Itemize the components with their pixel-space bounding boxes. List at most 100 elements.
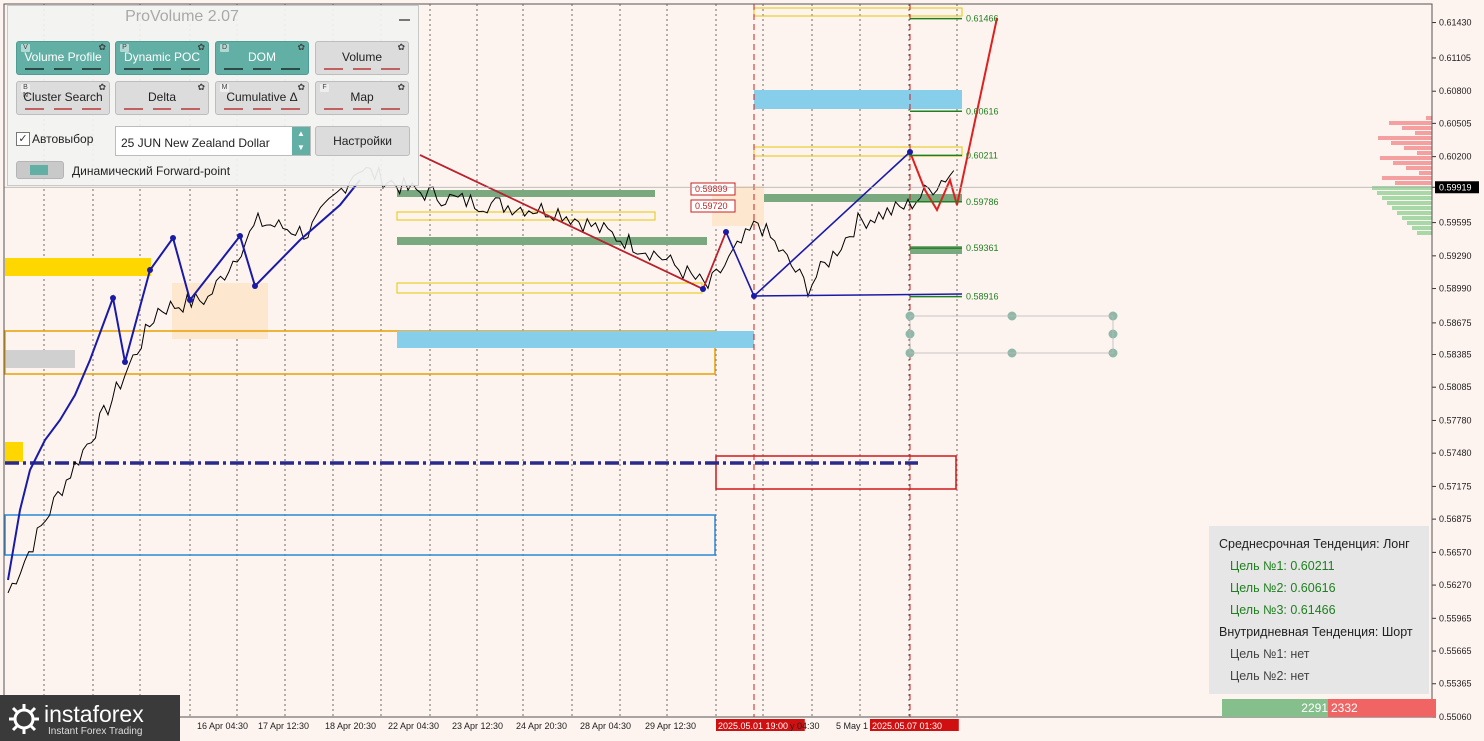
volume-profile-bar — [1391, 141, 1432, 145]
mid-target-1: Цель №1: 0.60211 — [1230, 559, 1335, 573]
mode-button-label: Volume Profile — [24, 49, 102, 64]
gear-icon[interactable]: ✿ — [98, 82, 106, 93]
gear-icon[interactable]: ✿ — [197, 42, 205, 53]
hotkey-badge: B N — [21, 84, 30, 99]
mode-button-3[interactable]: DOM D ✿ — [215, 41, 309, 75]
mode-button-2[interactable]: Dynamic POC P ✿ — [115, 41, 209, 75]
volume-profile-bar — [1377, 191, 1432, 195]
mode-button-4[interactable]: Volume ✿ — [315, 41, 409, 75]
target-level-label: 0.59786 — [966, 197, 999, 207]
mode-button-5[interactable]: Cluster Search B N ✿ — [16, 81, 110, 115]
y-tick-label: 0.58085 — [1439, 382, 1472, 392]
spinner-icon[interactable]: ▲ ▼ — [292, 127, 310, 155]
panel-title: ProVolume 2.07 — [125, 8, 239, 25]
y-tick-label: 0.55365 — [1439, 679, 1472, 689]
gear-icon[interactable]: ✿ — [98, 42, 106, 53]
forward-point-label: Динамический Forward-point — [72, 164, 231, 178]
x-tick-label: 29 Apr 12:30 — [645, 721, 696, 731]
pivot-point — [252, 283, 258, 289]
mode-button-6[interactable]: Delta ✿ — [115, 81, 209, 115]
gear-icon[interactable]: ✿ — [397, 42, 405, 53]
x-tick-label: 2025.05.01 19:00 — [718, 721, 788, 731]
y-tick-label: 0.57780 — [1439, 415, 1472, 425]
minimize-icon[interactable] — [399, 19, 410, 21]
yellow-outline — [396, 282, 703, 294]
mode-button-8[interactable]: Map F ✿ — [315, 81, 409, 115]
green-bar — [910, 246, 962, 254]
gear-icon[interactable]: ✿ — [297, 42, 305, 53]
mid-trend-title: Среднесрочная Тенденция: Лонг — [1219, 537, 1410, 551]
blue-box — [4, 514, 716, 556]
y-tick-label: 0.55665 — [1439, 646, 1472, 656]
current-price-label: 0.59919 — [1439, 182, 1472, 192]
price-marker-label: 0.59899 — [695, 184, 728, 194]
yellow-outline — [753, 146, 963, 157]
mode-button-label: Dynamic POC — [123, 49, 200, 64]
pivot-point — [147, 267, 153, 273]
logo-name: instaforex — [44, 701, 144, 727]
buy-volume: 2291 — [1222, 699, 1328, 717]
green-bar — [397, 237, 707, 245]
target-level-label: 0.58916 — [966, 292, 999, 302]
y-tick-label: 0.57175 — [1439, 481, 1472, 491]
zigzag-up — [7, 179, 361, 581]
target-level-label: 0.61466 — [966, 14, 999, 24]
y-tick-label: 0.60505 — [1439, 118, 1472, 128]
instrument-select[interactable]: 25 JUN New Zealand Dollar ▲ ▼ — [115, 126, 311, 156]
x-tick-label: 17 Apr 12:30 — [258, 721, 309, 731]
mode-indicator — [324, 108, 401, 110]
y-tick-label: 0.56270 — [1439, 580, 1472, 590]
grey-zone — [5, 350, 75, 368]
gear-icon[interactable]: ✿ — [297, 82, 305, 93]
mode-button-label: Delta — [147, 89, 176, 104]
y-tick-label: 0.60800 — [1439, 86, 1472, 96]
volume-profile-bar — [1387, 201, 1432, 205]
target-level-label: 0.60616 — [966, 106, 999, 116]
pivot-point — [122, 359, 128, 365]
logo-tagline: Instant Forex Trading — [48, 726, 143, 737]
gear-icon[interactable]: ✿ — [197, 82, 205, 93]
volume-profile-bar — [1393, 161, 1432, 165]
x-tick-label: 18 Apr 20:30 — [325, 721, 376, 731]
y-tick-label: 0.61105 — [1439, 53, 1471, 63]
hotkey-badge: D — [220, 44, 229, 52]
hotkey-badge: F — [320, 84, 329, 92]
hotkey-badge: P — [120, 44, 129, 52]
sell-volume: 2332 — [1328, 699, 1436, 717]
x-tick-label: 24 Apr 20:30 — [516, 721, 567, 731]
intra-trend-title: Внутридневная Тенденция: Шорт — [1219, 625, 1413, 639]
y-tick-label: 0.58385 — [1439, 350, 1472, 360]
mode-button-7[interactable]: Cumulative Δ M ✿ — [215, 81, 309, 115]
y-tick-label: 0.59290 — [1439, 251, 1472, 261]
mode-button-1[interactable]: Volume Profile V ✿ — [16, 41, 110, 75]
volume-profile-bar — [1419, 171, 1432, 175]
y-tick-label: 0.55060 — [1439, 712, 1472, 722]
volume-profile-bar — [1404, 146, 1432, 150]
y-tick-label: 0.57480 — [1439, 448, 1472, 458]
volume-profile-bar — [1382, 176, 1432, 180]
volume-profile-bar — [1389, 121, 1432, 125]
zigzag-mid — [419, 151, 911, 298]
y-tick-label: 0.59595 — [1439, 218, 1472, 228]
volume-profile-bar — [1378, 136, 1432, 140]
mode-indicator — [224, 108, 301, 110]
hotkey-badge: M — [220, 84, 229, 92]
pivot-point — [110, 295, 116, 301]
yellow-outline — [753, 7, 963, 17]
volume-profile-bar — [1406, 166, 1432, 170]
mode-indicator — [124, 68, 201, 70]
forward-point-toggle[interactable] — [16, 161, 64, 179]
pivot-point — [187, 297, 193, 303]
auto-select-checkbox[interactable]: ✓ — [16, 132, 30, 146]
mode-indicator — [324, 68, 401, 70]
trend-info-box: Среднесрочная Тенденция: Лонг Цель №1: 0… — [1209, 526, 1429, 694]
gear-icon[interactable]: ✿ — [397, 82, 405, 93]
x-tick-label: 23 Apr 12:30 — [452, 721, 503, 731]
pivot-point — [237, 233, 243, 239]
settings-button[interactable]: Настройки — [315, 126, 410, 156]
logo-icon — [9, 704, 39, 734]
volume-profile-bar — [1372, 186, 1432, 190]
mode-button-label: Volume — [341, 49, 383, 64]
x-tick-label: y 04:30 — [790, 721, 820, 731]
volume-profile-bar — [1402, 216, 1432, 220]
